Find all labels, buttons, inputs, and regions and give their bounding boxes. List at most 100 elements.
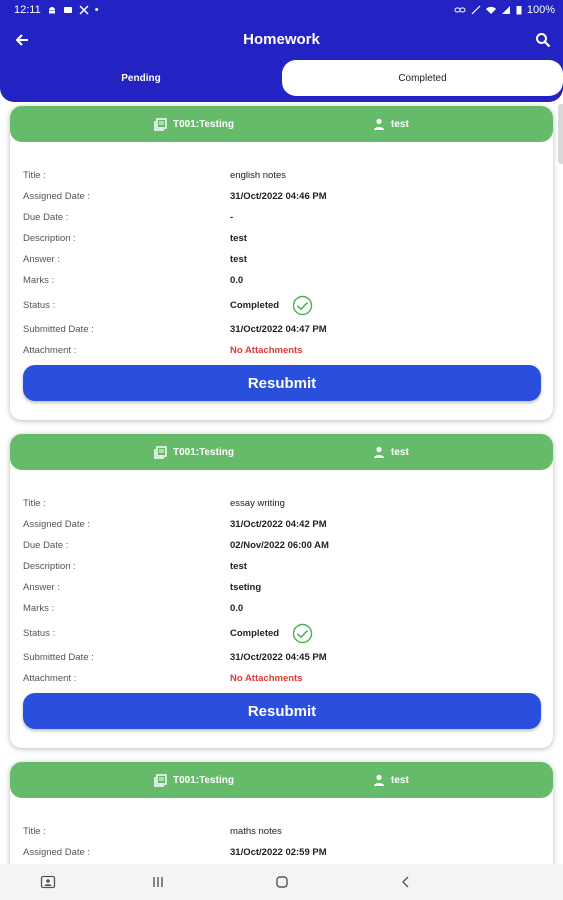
card-header: T001:Testing test [10, 106, 553, 142]
due-value: 02/Nov/2022 06:00 AM [230, 540, 329, 551]
submitted-value: 31/Oct/2022 04:47 PM [230, 324, 327, 335]
book-icon [154, 773, 167, 787]
homework-card: T001:Testing test Title : english notes A… [10, 106, 553, 420]
attachment-row: Attachment : No Attachments [10, 671, 553, 687]
title-row: Title : essay writing [10, 496, 553, 512]
description-value: test [230, 561, 247, 572]
attachment-label: Attachment : [23, 673, 77, 684]
page-title: Homework [243, 31, 320, 48]
due-row: Due Date : 02/Nov/2022 06:00 AM [10, 538, 553, 554]
search-icon [536, 33, 551, 48]
tab-completed[interactable]: Completed [282, 60, 563, 96]
marks-row: Marks : 0.0 [10, 601, 553, 617]
recents-button[interactable] [148, 872, 168, 892]
description-row: Description : test [10, 559, 553, 575]
screenshot-button[interactable] [38, 872, 58, 892]
title-row: Title : maths notes [10, 824, 553, 840]
teacher-label: test [391, 446, 409, 458]
battery-level: 100% [526, 4, 555, 16]
marks-label: Marks : [23, 275, 55, 286]
notification-icon [63, 7, 72, 13]
tools-icon [79, 5, 89, 15]
status-label: Status : [23, 628, 56, 639]
battery-icon [516, 6, 522, 15]
marks-value: 0.0 [230, 603, 244, 614]
status-value: Completed [230, 628, 280, 639]
home-icon [276, 876, 288, 888]
title-row: Title : english notes [10, 168, 553, 184]
status-value: Completed [230, 300, 280, 311]
search-button[interactable] [531, 28, 555, 52]
assigned-value: 31/Oct/2022 02:59 PM [230, 847, 327, 858]
assigned-label: Assigned Date : [23, 519, 91, 530]
attachment-value: No Attachments [230, 673, 303, 684]
description-value: test [230, 233, 247, 244]
title-value: essay writing [230, 498, 285, 509]
book-icon [154, 117, 167, 131]
assigned-value: 31/Oct/2022 04:46 PM [230, 191, 327, 202]
dot-icon: • [94, 4, 99, 16]
subject-chip: T001:Testing [154, 434, 234, 470]
resubmit-button[interactable]: Resubmit [23, 365, 541, 401]
assigned-label: Assigned Date : [23, 847, 91, 858]
back-nav-button[interactable] [396, 872, 416, 892]
subject-label: T001:Testing [173, 774, 234, 786]
tab-pending[interactable]: Pending [0, 60, 282, 96]
card-header: T001:Testing test [10, 434, 553, 470]
title-label: Title : [23, 498, 46, 509]
assigned-value: 31/Oct/2022 04:42 PM [230, 519, 327, 530]
submitted-label: Submitted Date : [23, 324, 94, 335]
android-icon [48, 7, 55, 14]
teacher-chip: test [373, 106, 409, 142]
teacher-chip: test [373, 762, 409, 798]
status-bar: 12:11 • 100% [0, 0, 563, 20]
wifi-icon [485, 6, 496, 14]
answer-value: test [230, 254, 247, 265]
person-icon [374, 774, 384, 786]
attachment-label: Attachment : [23, 345, 77, 356]
assigned-row: Assigned Date : 31/Oct/2022 04:42 PM [10, 517, 553, 533]
check-circle-icon [292, 623, 313, 644]
recents-icon [153, 877, 163, 887]
due-row: Due Date : - [10, 210, 553, 226]
subject-label: T001:Testing [173, 446, 234, 458]
clock: 12:11 [14, 4, 41, 16]
attachment-row: Attachment : No Attachments [10, 343, 553, 359]
status-row: Status : Completed [10, 295, 553, 316]
cell-signal-icon [501, 6, 510, 14]
homework-list[interactable]: T001:Testing test Title : english notes A… [0, 102, 563, 864]
due-label: Due Date : [23, 540, 69, 551]
marks-label: Marks : [23, 603, 55, 614]
title-label: Title : [23, 826, 46, 837]
assigned-label: Assigned Date : [23, 191, 91, 202]
home-button[interactable] [272, 872, 292, 892]
description-row: Description : test [10, 231, 553, 247]
title-value: maths notes [230, 826, 282, 837]
chevron-left-icon [402, 876, 409, 888]
teacher-label: test [391, 118, 409, 130]
scrollbar[interactable] [558, 104, 563, 164]
marks-value: 0.0 [230, 275, 244, 286]
title-value: english notes [230, 170, 286, 181]
answer-label: Answer : [23, 254, 60, 265]
submitted-row: Submitted Date : 31/Oct/2022 04:45 PM [10, 650, 553, 666]
homework-card: T001:Testing test Title : maths notes Ass… [10, 762, 553, 864]
status-row: Status : Completed [10, 623, 553, 644]
assigned-row: Assigned Date : 31/Oct/2022 04:46 PM [10, 189, 553, 205]
signal-off-icon [471, 5, 481, 15]
homework-card: T001:Testing test Title : essay writing A… [10, 434, 553, 748]
teacher-label: test [391, 774, 409, 786]
due-label: Due Date : [23, 212, 69, 223]
link-icon [454, 7, 466, 13]
subject-chip: T001:Testing [154, 106, 234, 142]
tab-bar: Pending Completed [0, 60, 563, 102]
answer-value: tseting [230, 582, 262, 593]
resubmit-button[interactable]: Resubmit [23, 693, 541, 729]
submitted-row: Submitted Date : 31/Oct/2022 04:47 PM [10, 322, 553, 338]
submitted-value: 31/Oct/2022 04:45 PM [230, 652, 327, 663]
answer-label: Answer : [23, 582, 60, 593]
system-nav-bar [0, 864, 563, 900]
person-icon [374, 118, 384, 130]
app-bar: Homework [0, 20, 563, 60]
subject-label: T001:Testing [173, 118, 234, 130]
